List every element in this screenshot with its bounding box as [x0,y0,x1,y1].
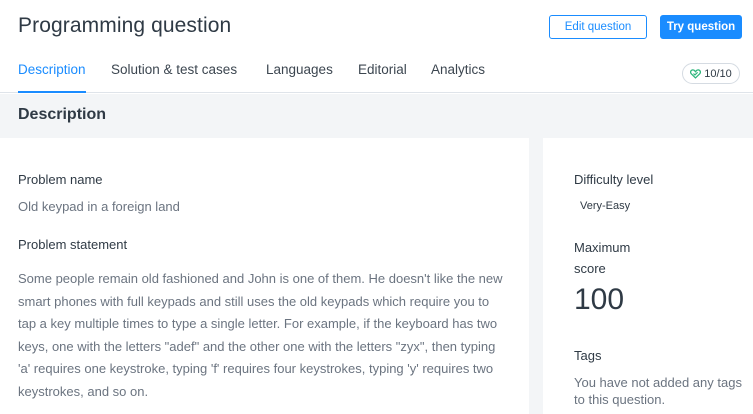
tags-label: Tags [574,348,602,363]
difficulty-label: Difficulty level [574,172,654,187]
max-score-label-line2: score [574,261,606,276]
section-header: Description [0,94,753,138]
tags-empty-text: You have not added any tags to this ques… [574,375,742,407]
section-title: Description [18,106,107,123]
max-score-label-line1: Maximum [574,240,631,255]
difficulty-value: Very-Easy [580,200,631,212]
problem-statement-text: Some people remain old fashioned and Joh… [18,271,503,399]
tab-analytics[interactable]: Analytics [431,62,485,93]
max-score-value: 100 [574,283,625,316]
try-question-button[interactable]: Try question [660,15,742,39]
tab-editorial[interactable]: Editorial [358,62,407,93]
score-badge-text: 10/10 [704,67,732,80]
tab-solution-test-cases[interactable]: Solution & test cases [111,62,237,93]
problem-name-value: Old keypad in a foreign land [18,199,180,214]
edit-question-button[interactable]: Edit question [549,15,647,39]
problem-name-label: Problem name [18,172,103,187]
score-badge[interactable]: 10/10 [682,63,740,84]
verified-heart-icon [690,69,702,79]
tab-description[interactable]: Description [18,62,86,93]
problem-statement-label: Problem statement [18,237,128,252]
top-bar: Programming question Edit question Try q… [0,0,753,93]
page-title: Programming question [18,14,232,37]
tab-languages[interactable]: Languages [266,62,333,93]
